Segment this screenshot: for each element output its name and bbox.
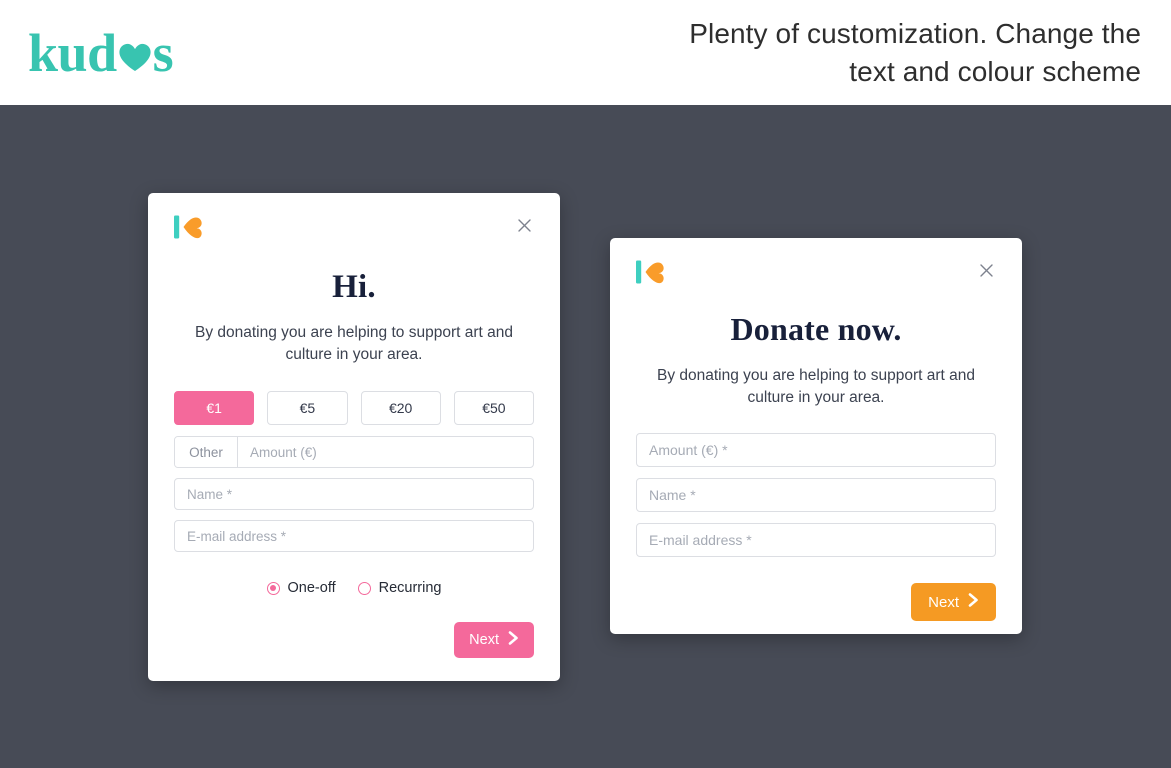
amount-input[interactable] xyxy=(636,433,996,468)
email-input[interactable] xyxy=(174,520,534,553)
donation-modal-left: Hi. By donating you are helping to suppo… xyxy=(148,193,560,681)
headline-line-2: text and colour scheme xyxy=(849,55,1141,87)
next-button-label: Next xyxy=(469,632,499,649)
right-card-header xyxy=(636,260,996,286)
page-headline: Plenty of customization. Change the text… xyxy=(689,15,1141,89)
left-card-actions: Next xyxy=(174,622,534,659)
kudos-mark-icon xyxy=(636,260,664,284)
radio-dot-one-off[interactable] xyxy=(266,581,280,595)
amount-preset-50[interactable]: €50 xyxy=(453,391,534,426)
email-input[interactable] xyxy=(636,523,996,558)
chevron-right-icon xyxy=(968,593,979,611)
chevron-right-icon xyxy=(508,631,519,649)
left-card-subtitle: By donating you are helping to support a… xyxy=(195,324,513,364)
donation-modal-right: Donate now. By donating you are helping … xyxy=(610,238,1022,634)
left-card-header xyxy=(174,215,534,241)
brand-text-after: s xyxy=(152,22,174,83)
frequency-option-recurring[interactable]: Recurring xyxy=(357,580,442,597)
close-icon[interactable] xyxy=(514,215,534,235)
right-card-title: Donate now. xyxy=(730,311,902,347)
amount-preset-group: €1 €5 €20 €50 xyxy=(174,391,534,426)
left-card-title: Hi. xyxy=(332,269,376,305)
other-amount-prefix[interactable]: Other xyxy=(175,437,238,468)
name-input[interactable] xyxy=(636,478,996,513)
kudos-mark-icon xyxy=(174,215,202,239)
radio-dot-recurring[interactable] xyxy=(357,581,371,595)
amount-preset-1[interactable]: €1 xyxy=(174,391,255,426)
amount-preset-5[interactable]: €5 xyxy=(267,391,348,426)
brand-text-before: kud xyxy=(28,22,117,83)
right-card-actions: Next xyxy=(636,583,996,622)
next-button[interactable]: Next xyxy=(911,583,996,622)
amount-preset-20[interactable]: €20 xyxy=(360,391,441,426)
headline-line-1: Plenty of customization. Change the xyxy=(689,18,1141,50)
frequency-label-one-off: One-off xyxy=(287,580,336,597)
frequency-radio-group: One-off Recurring xyxy=(174,580,534,596)
right-card-subtitle: By donating you are helping to support a… xyxy=(657,367,975,407)
kudos-wordmark-logo: kud s xyxy=(28,22,174,83)
frequency-label-recurring: Recurring xyxy=(378,580,442,597)
other-amount-input[interactable] xyxy=(238,437,533,468)
page-header: kud s Plenty of customization. Change th… xyxy=(0,0,1171,105)
frequency-option-one-off[interactable]: One-off xyxy=(266,580,336,597)
next-button-label: Next xyxy=(928,593,959,611)
heart-icon xyxy=(118,42,152,72)
name-input[interactable] xyxy=(174,478,534,511)
close-icon[interactable] xyxy=(976,260,996,280)
next-button[interactable]: Next xyxy=(454,622,534,659)
other-amount-field-group: Other xyxy=(174,436,534,469)
